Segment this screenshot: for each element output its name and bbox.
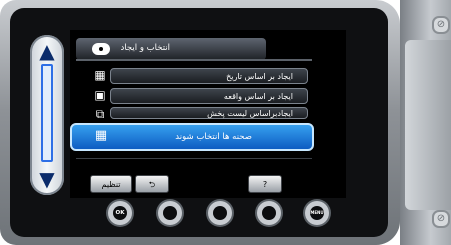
return-icon: ⮌ xyxy=(148,180,156,189)
screen-divider xyxy=(76,158,312,159)
ok-label: OK xyxy=(115,210,125,216)
menu-item-by-event[interactable]: ایجاد بر اساس واقعه xyxy=(110,88,308,104)
menu-item-by-playlist[interactable]: ایجادبراساس لیست پخش xyxy=(110,107,308,119)
hardware-button-3[interactable] xyxy=(208,201,232,225)
event-icon: ▣ xyxy=(94,88,106,102)
hardware-button-4[interactable] xyxy=(257,201,281,225)
hinge-panel xyxy=(405,40,451,210)
scroll-down-icon[interactable]: ▼ xyxy=(34,168,60,190)
menu-label: MENU xyxy=(310,210,324,215)
scene-grid-icon: ▦ xyxy=(94,128,108,143)
menu-hardware-button[interactable]: MENU xyxy=(305,201,329,225)
header-divider xyxy=(76,59,312,61)
hardware-button-2[interactable] xyxy=(158,201,182,225)
help-button[interactable]: ? xyxy=(248,175,282,193)
scrollbar[interactable] xyxy=(41,64,53,162)
menu-title: انتخاب و ایجاد xyxy=(120,43,170,53)
screw-icon: ⊘ xyxy=(432,16,450,34)
ok-hardware-button[interactable]: OK xyxy=(108,201,132,225)
calendar-icon: ▦ xyxy=(94,68,106,82)
menu-mode-icon xyxy=(92,43,110,55)
screw-icon: ⊘ xyxy=(432,210,450,228)
menu-item-by-date[interactable]: ایجاد بر اساس تاریخ xyxy=(110,68,308,84)
playlist-icon: ⧉ xyxy=(95,107,105,121)
scroll-up-icon[interactable]: ▲ xyxy=(34,40,60,62)
back-button[interactable]: ⮌ xyxy=(135,175,169,193)
settings-button[interactable]: تنظیم xyxy=(90,175,132,193)
